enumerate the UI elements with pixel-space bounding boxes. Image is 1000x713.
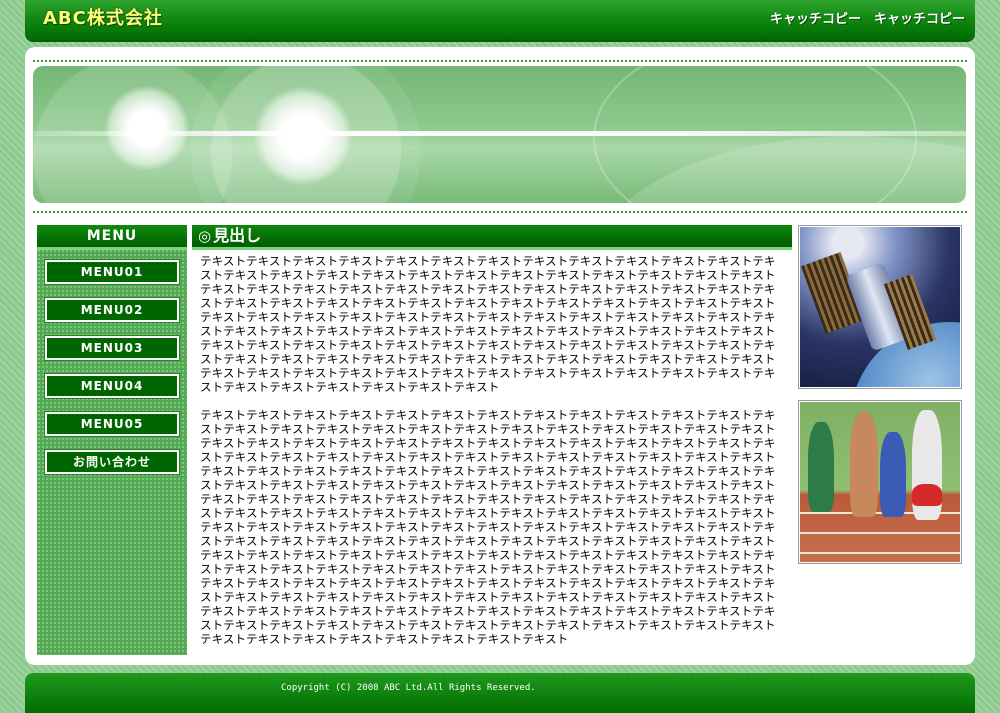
track-lane bbox=[800, 532, 960, 534]
site-footer: Copyright (C) 2008 ABC Ltd.All Rights Re… bbox=[25, 673, 975, 713]
track-lane bbox=[800, 552, 960, 554]
satellite-image bbox=[800, 227, 960, 387]
banner-glow bbox=[105, 86, 189, 170]
double-circle-icon: ◎ bbox=[198, 227, 212, 245]
menu-item-05[interactable]: MENU05 bbox=[45, 412, 179, 436]
runner-shorts-shape bbox=[912, 484, 942, 506]
menu-item-03[interactable]: MENU03 bbox=[45, 336, 179, 360]
photo-satellite bbox=[798, 225, 962, 389]
company-logo[interactable]: ABC株式会社 bbox=[43, 4, 163, 30]
copyright-text: Copyright (C) 2008 ABC Ltd.All Rights Re… bbox=[281, 683, 536, 693]
content-heading: ◎ 見出し bbox=[192, 225, 792, 250]
runner-shape bbox=[808, 422, 834, 512]
photo-runners bbox=[798, 400, 962, 564]
sidebar-menu: MENU MENU01 MENU02 MENU03 MENU04 MENU05 … bbox=[37, 225, 187, 655]
content-paragraph: テキストテキストテキストテキストテキストテキストテキストテキストテキストテキスト… bbox=[200, 254, 776, 394]
menu-item-contact[interactable]: お問い合わせ bbox=[45, 450, 179, 474]
main-panel: MENU MENU01 MENU02 MENU03 MENU04 MENU05 … bbox=[25, 47, 975, 665]
content-heading-text: 見出し bbox=[213, 226, 262, 245]
hero-banner bbox=[33, 66, 966, 203]
runner-shape bbox=[880, 432, 906, 517]
dotted-divider-bottom bbox=[33, 211, 967, 213]
content-body: テキストテキストテキストテキストテキストテキストテキストテキストテキストテキスト… bbox=[200, 254, 782, 646]
menu-title: MENU bbox=[37, 225, 187, 250]
runner-shape bbox=[850, 412, 878, 517]
banner-glow bbox=[253, 86, 353, 186]
catchcopy-text: キャッチコピー キャッチコピー bbox=[769, 12, 965, 27]
menu-item-04[interactable]: MENU04 bbox=[45, 374, 179, 398]
dotted-divider-top bbox=[33, 60, 967, 62]
menu-item-01[interactable]: MENU01 bbox=[45, 260, 179, 284]
content-paragraph: テキストテキストテキストテキストテキストテキストテキストテキストテキストテキスト… bbox=[200, 408, 776, 646]
runners-image bbox=[800, 402, 960, 562]
site-header: ABC株式会社 キャッチコピー キャッチコピー bbox=[25, 0, 975, 40]
menu-item-02[interactable]: MENU02 bbox=[45, 298, 179, 322]
